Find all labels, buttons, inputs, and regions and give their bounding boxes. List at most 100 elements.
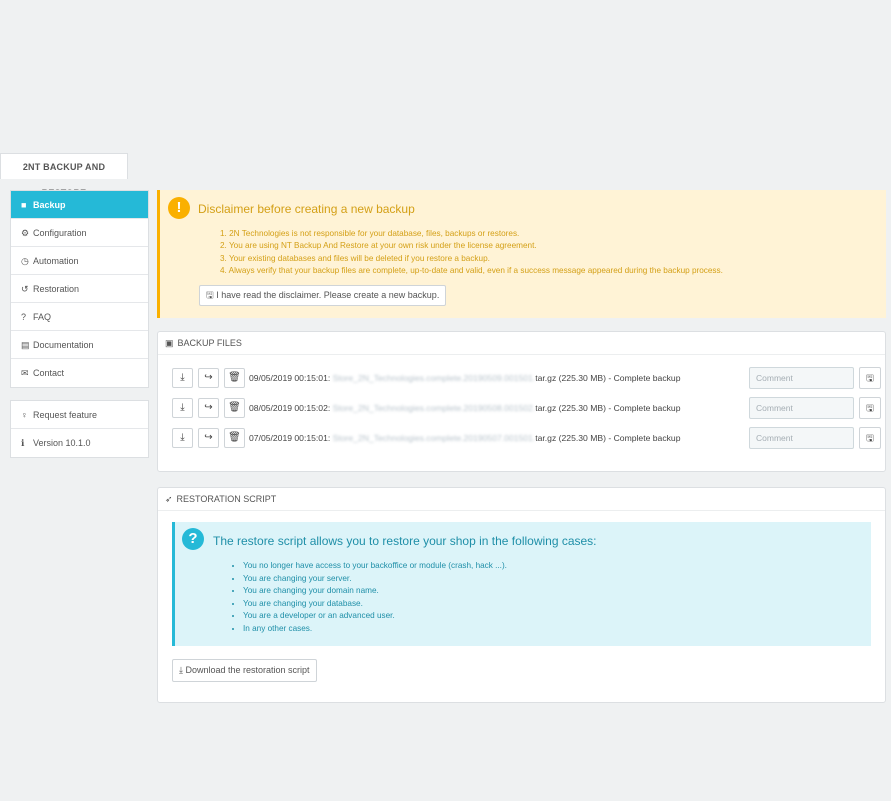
backup-ext: tar.gz (535, 433, 557, 443)
sidebar: ■ Backup ⚙ Configuration ◷ Automation ↺ Rest… (10, 190, 149, 470)
sidebar-item-faq[interactable]: ? FAQ (11, 303, 148, 331)
lightbulb-icon: ♀ (21, 410, 28, 420)
sidebar-item-label: Documentation (33, 340, 94, 350)
backup-files-panel: ▣ BACKUP FILES ⤓ ↪ 🗑 09/05/2019 00:15:01:… (157, 331, 886, 472)
comment-input[interactable] (749, 397, 854, 419)
send-button[interactable]: ↪ (198, 428, 219, 448)
question-icon: ? (21, 312, 27, 322)
sidebar-item-version: ℹ Version 10.1.0 (11, 429, 148, 457)
list-item: In any other cases. (243, 623, 507, 636)
table-row: ⤓ ↪ 🗑 07/05/2019 00:15:01: Store_2N_Tech… (172, 427, 881, 450)
backup-date: 09/05/2019 00:15:01: (249, 373, 331, 383)
sidebar-item-request-feature[interactable]: ♀ Request feature (11, 401, 148, 429)
backup-size: (225.30 MB) (558, 373, 606, 383)
list-item: You no longer have access to your backof… (243, 560, 507, 573)
delete-button[interactable]: 🗑 (224, 428, 245, 448)
download-restoration-script-button[interactable]: ⤓ Download the restoration script (172, 659, 317, 682)
list-item: You are a developer or an advanced user. (243, 610, 507, 623)
table-row: ⤓ ↪ 🗑 08/05/2019 00:15:02: Store_2N_Tech… (172, 397, 881, 420)
backup-filename: Store_2N_Technologies.complete.20190508.… (332, 403, 536, 413)
download-icon: ⤓ (180, 372, 185, 383)
sidebar-item-label: Contact (33, 368, 65, 378)
trash-icon: 🗑 (228, 432, 241, 443)
backup-type: - Complete backup (608, 433, 681, 443)
panel-title: BACKUP FILES (177, 338, 242, 348)
save-icon: ■ (21, 200, 27, 210)
send-button[interactable]: ↪ (198, 398, 219, 418)
list-item: You are changing your database. (243, 598, 507, 611)
envelope-icon: ✉ (21, 368, 29, 378)
download-icon: ⤓ (180, 432, 185, 443)
disclaimer-list: 1. 2N Technologies is not responsible fo… (216, 228, 723, 278)
floppy-icon: 🖫 (866, 373, 874, 383)
sidebar-item-documentation[interactable]: ▤ Documentation (11, 331, 148, 359)
restore-info-title: The restore script allows you to restore… (213, 534, 597, 548)
send-button[interactable]: ↪ (198, 368, 219, 388)
backup-type: - Complete backup (608, 373, 681, 383)
list-item: You are changing your domain name. (243, 585, 507, 598)
save-comment-button[interactable]: 🖫 (859, 367, 881, 389)
sidebar-item-label: Backup (33, 200, 66, 210)
panel-title: RESTORATION SCRIPT (176, 494, 277, 504)
share-icon: ↪ (204, 402, 213, 413)
download-button[interactable]: ⤓ (172, 398, 193, 418)
sidebar-item-automation[interactable]: ◷ Automation (11, 247, 148, 275)
backup-info: 07/05/2019 00:15:01: Store_2N_Technologi… (249, 433, 680, 443)
book-icon: ▤ (21, 340, 30, 350)
backup-info: 08/05/2019 00:15:02: Store_2N_Technologi… (249, 403, 680, 413)
sidebar-item-label: Configuration (33, 228, 87, 238)
sidebar-extra: ♀ Request feature ℹ Version 10.1.0 (10, 400, 149, 458)
panel-heading: ➶ RESTORATION SCRIPT (158, 488, 885, 511)
restore-cases-list: You no longer have access to your backof… (229, 560, 507, 636)
backup-info: 09/05/2019 00:15:01: Store_2N_Technologi… (249, 373, 680, 383)
sidebar-item-label: Automation (33, 256, 79, 266)
sidebar-item-backup[interactable]: ■ Backup (11, 191, 148, 219)
info-icon: ℹ (21, 438, 25, 448)
share-icon: ↪ (204, 432, 213, 443)
save-comment-button[interactable]: 🖫 (859, 397, 881, 419)
panel-heading: ▣ BACKUP FILES (158, 332, 885, 355)
version-label: Version 10.1.0 (33, 438, 91, 448)
sidebar-item-contact[interactable]: ✉ Contact (11, 359, 148, 387)
download-icon: ⤓ (180, 402, 185, 413)
floppy-icon: 🖫 (866, 433, 874, 443)
backup-filename: Store_2N_Technologies.complete.20190509.… (332, 373, 536, 383)
floppy-icon: 🖫 (866, 403, 874, 413)
trash-icon: 🗑 (228, 372, 241, 383)
floppy-icon: 🖫 (206, 290, 214, 300)
backup-date: 07/05/2019 00:15:01: (249, 433, 331, 443)
list-item: 2. You are using NT Backup And Restore a… (220, 241, 537, 251)
list-item: You are changing your server. (243, 573, 507, 586)
delete-button[interactable]: 🗑 (224, 398, 245, 418)
disclaimer-title: Disclaimer before creating a new backup (198, 202, 415, 216)
rocket-icon: ➶ (165, 494, 173, 504)
sidebar-item-label: Restoration (33, 284, 80, 294)
sidebar-item-configuration[interactable]: ⚙ Configuration (11, 219, 148, 247)
comment-input[interactable] (749, 367, 854, 389)
sidebar-item-label: FAQ (33, 312, 52, 322)
history-icon: ↺ (21, 284, 29, 294)
button-label: I have read the disclaimer. Please creat… (216, 290, 440, 300)
create-backup-button[interactable]: 🖫 I have read the disclaimer. Please cre… (199, 285, 447, 306)
delete-button[interactable]: 🗑 (224, 368, 245, 388)
download-button[interactable]: ⤓ (172, 428, 193, 448)
disclaimer-alert: ! Disclaimer before creating a new backu… (157, 190, 886, 318)
backup-filename: Store_2N_Technologies.complete.20190507.… (332, 433, 536, 443)
download-button[interactable]: ⤓ (172, 368, 193, 388)
save-comment-button[interactable]: 🖫 (859, 427, 881, 449)
list-item: 3. Your existing databases and files wil… (220, 253, 490, 263)
exclamation-icon: ! (168, 197, 190, 219)
clock-icon: ◷ (21, 256, 29, 266)
table-row: ⤓ ↪ 🗑 09/05/2019 00:15:01: Store_2N_Tech… (172, 367, 881, 390)
backup-size: (225.30 MB) (558, 433, 606, 443)
list-item: 1. 2N Technologies is not responsible fo… (220, 229, 520, 238)
backup-date: 08/05/2019 00:15:02: (249, 403, 331, 413)
button-label: Download the restoration script (185, 665, 310, 675)
comment-input[interactable] (749, 427, 854, 449)
backup-ext: tar.gz (535, 403, 557, 413)
sidebar-item-restoration[interactable]: ↺ Restoration (11, 275, 148, 303)
sidebar-item-label: Request feature (33, 410, 98, 420)
module-tab[interactable]: 2NT BACKUP AND RESTORE (0, 153, 128, 198)
cogs-icon: ⚙ (21, 228, 30, 238)
restoration-script-panel: ➶ RESTORATION SCRIPT ? The restore script… (157, 487, 886, 703)
